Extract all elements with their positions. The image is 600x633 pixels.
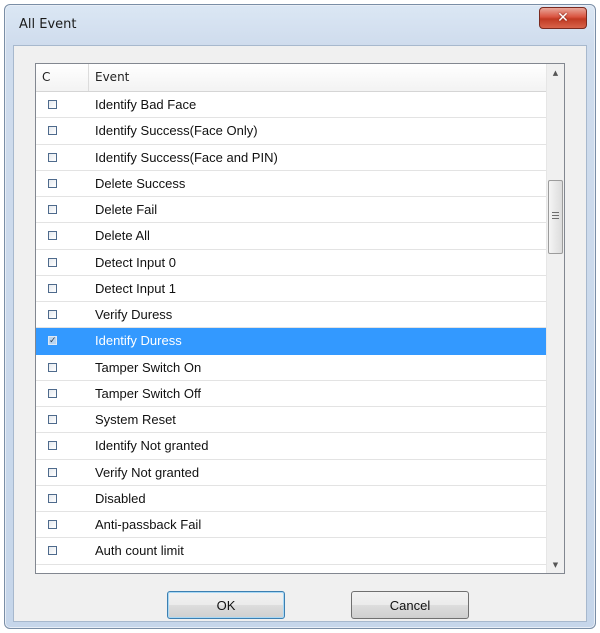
column-header-event[interactable]: Event	[89, 64, 546, 91]
row-label: Anti-passback Fail	[95, 517, 202, 532]
row-checkbox[interactable]	[48, 283, 57, 293]
ok-button[interactable]: OK	[167, 591, 285, 619]
row-checkbox[interactable]: ✓	[48, 335, 57, 346]
row-label: Detect Input 0	[95, 254, 176, 270]
table-row[interactable]: System Reset	[36, 407, 546, 434]
row-label: Delete All	[95, 228, 150, 244]
scroll-thumb[interactable]	[548, 180, 563, 254]
close-button[interactable]: ✕	[539, 7, 587, 29]
table-row[interactable]: Identify Not granted	[36, 433, 546, 460]
row-label: System Reset	[95, 412, 176, 427]
table-row[interactable]: Identify Success(Face Only)	[36, 118, 546, 145]
row-checkbox[interactable]	[48, 178, 57, 188]
table-row[interactable]: Verify Duress	[36, 302, 546, 329]
row-label: Tamper Switch On	[95, 359, 202, 375]
table-row[interactable]: Tamper Switch Off	[36, 381, 546, 407]
table-row[interactable]: Detect Input 0	[36, 250, 546, 276]
row-checkbox[interactable]	[48, 205, 57, 214]
row-label: Identify Duress	[95, 333, 182, 349]
chevron-down-icon: ▼	[552, 560, 559, 569]
row-label: Verify Duress	[95, 307, 173, 322]
column-header-check[interactable]: C	[36, 64, 89, 91]
row-checkbox[interactable]	[48, 231, 57, 241]
row-label: Auth count limit	[95, 543, 184, 559]
table-row[interactable]: Delete Success	[36, 171, 546, 197]
vertical-scrollbar[interactable]: ▲ ▼	[546, 64, 564, 573]
row-checkbox[interactable]	[48, 257, 57, 267]
row-checkbox[interactable]	[48, 441, 57, 451]
row-checkbox[interactable]	[48, 415, 57, 424]
close-icon: ✕	[557, 10, 569, 26]
table-row[interactable]: Auth count limit	[36, 538, 546, 565]
row-checkbox[interactable]	[48, 152, 57, 162]
row-label: Tamper Switch Off	[95, 385, 201, 401]
row-checkbox[interactable]	[48, 388, 57, 398]
row-checkbox[interactable]	[48, 126, 57, 136]
row-label: Detect Input 1	[95, 280, 176, 296]
row-label: Verify Not granted	[95, 464, 200, 480]
table-row[interactable]: Identify Success(Face and PIN)	[36, 145, 546, 171]
grip-icon	[552, 212, 559, 221]
row-label: Identify Not granted	[95, 438, 209, 454]
row-label: Disabled	[95, 490, 146, 506]
table-row[interactable]: Identify Bad Face	[36, 92, 546, 119]
cancel-button[interactable]: Cancel	[351, 591, 469, 619]
scroll-up-button[interactable]: ▲	[547, 64, 564, 81]
table-row[interactable]: Delete Fail	[36, 197, 546, 224]
row-checkbox[interactable]	[48, 467, 57, 477]
row-checkbox[interactable]	[48, 520, 57, 529]
window-title: All Event	[19, 17, 77, 32]
row-label: Identify Success(Face Only)	[95, 123, 258, 139]
checkmark-icon: ✓	[49, 335, 57, 346]
row-checkbox[interactable]	[48, 362, 57, 372]
row-checkbox[interactable]	[48, 310, 57, 319]
scroll-down-button[interactable]: ▼	[547, 556, 564, 573]
list-header: C Event	[36, 64, 546, 92]
table-row[interactable]: Delete All	[36, 223, 546, 250]
dialog-window: All Event ✕ C Event Identify Bad Face Ide…	[4, 4, 596, 629]
table-row[interactable]: ✓ Identify Duress	[36, 328, 546, 355]
table-row[interactable]: Tamper Switch On	[36, 355, 546, 381]
row-label: Identify Success(Face and PIN)	[95, 149, 278, 165]
event-list: C Event Identify Bad Face Identify Succes…	[35, 63, 565, 574]
row-checkbox[interactable]	[48, 100, 57, 109]
title-bar[interactable]: All Event ✕	[5, 5, 595, 45]
row-label: Delete Fail	[95, 202, 158, 217]
chevron-up-icon: ▲	[552, 68, 559, 77]
table-row[interactable]: Detect Input 1	[36, 276, 546, 302]
row-label: Identify Bad Face	[95, 97, 197, 112]
dialog-body: C Event Identify Bad Face Identify Succes…	[13, 45, 587, 622]
row-label: Delete Success	[95, 175, 186, 191]
list-rows: Identify Bad Face Identify Success(Face O…	[36, 92, 546, 565]
row-checkbox[interactable]	[48, 546, 57, 556]
table-row[interactable]: Anti-passback Fail	[36, 512, 546, 539]
table-row[interactable]: Verify Not granted	[36, 460, 546, 486]
table-row[interactable]: Disabled	[36, 486, 546, 512]
row-checkbox[interactable]	[48, 493, 57, 503]
